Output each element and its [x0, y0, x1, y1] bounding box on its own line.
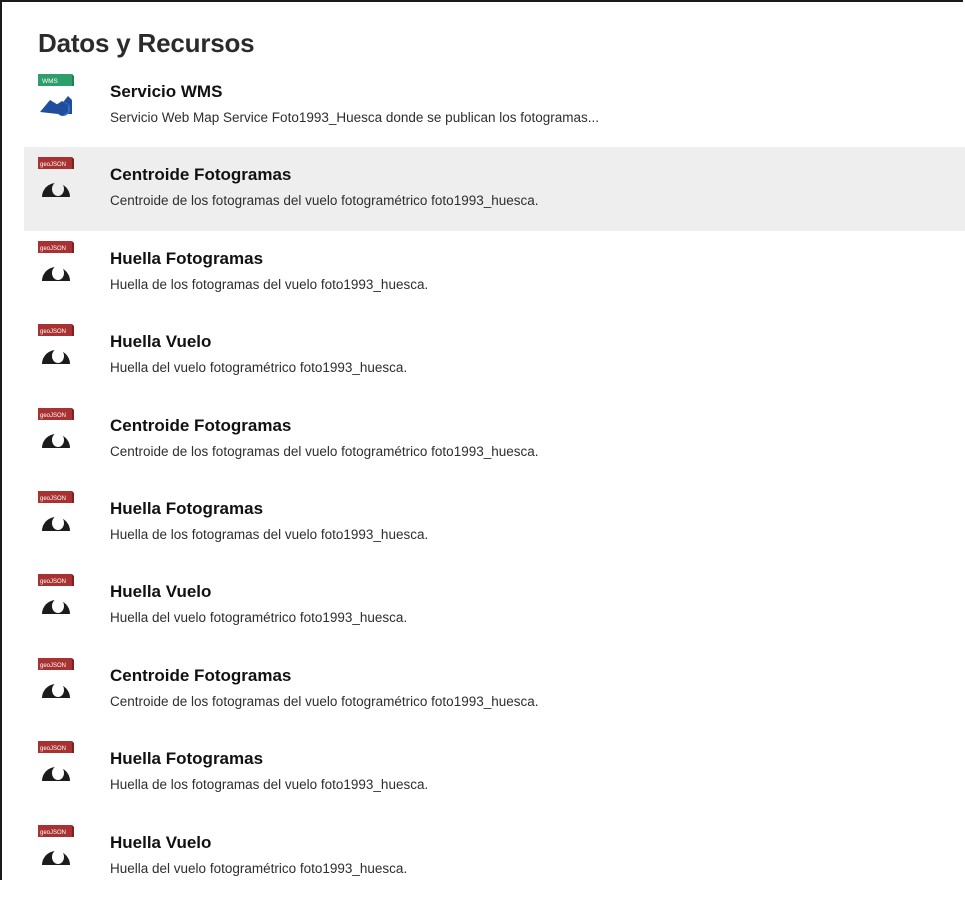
geojson-badge-label: geoJSON — [40, 162, 66, 168]
resource-description: Huella del vuelo fotogramétrico foto1993… — [110, 360, 408, 376]
geojson-badge-label: geoJSON — [40, 663, 66, 669]
resource-item-geojson[interactable]: geoJSON Huella Fotogramas Huella de los … — [24, 481, 965, 564]
resource-description: Huella del vuelo fotogramétrico foto1993… — [110, 610, 408, 626]
resource-description: Huella del vuelo fotogramétrico foto1993… — [110, 860, 408, 876]
geojson-file-icon: geoJSON — [38, 240, 74, 285]
geojson-file-icon: geoJSON — [38, 657, 74, 702]
resource-item-geojson[interactable]: geoJSON Huella Vuelo Huella del vuelo fo… — [24, 564, 965, 647]
resource-item-geojson[interactable]: geoJSON Centroide Fotogramas Centroide d… — [24, 147, 965, 231]
geojson-badge-label: geoJSON — [40, 246, 66, 252]
geojson-badge-label: geoJSON — [40, 746, 66, 752]
resource-title[interactable]: Huella Vuelo — [110, 332, 211, 352]
resource-title[interactable]: Servicio WMS — [110, 82, 222, 102]
geojson-file-icon: geoJSON — [38, 157, 74, 201]
geojson-file-icon: geoJSON — [38, 824, 74, 869]
geojson-badge-label: geoJSON — [40, 496, 66, 502]
resource-title[interactable]: Centroide Fotogramas — [110, 666, 291, 686]
resource-item-wms[interactable]: WMS Servicio WMS Servicio Web Map Servic… — [24, 64, 965, 147]
wms-badge-label: WMS — [42, 78, 59, 85]
resource-description: Centroide de los fotogramas del vuelo fo… — [110, 693, 539, 709]
resource-description: Servicio Web Map Service Foto1993_Huesca… — [110, 110, 600, 125]
wms-service-icon: WMS — [38, 74, 74, 118]
resource-title[interactable]: Centroide Fotogramas — [110, 165, 291, 185]
resource-item-geojson[interactable]: geoJSON Centroide Fotogramas Centroide d… — [24, 648, 965, 731]
geojson-badge-label: geoJSON — [40, 329, 66, 335]
resource-item-geojson[interactable]: geoJSON Centroide Fotogramas Centroide d… — [24, 398, 965, 481]
resource-title[interactable]: Huella Vuelo — [110, 833, 211, 853]
resource-title[interactable]: Huella Fotogramas — [110, 499, 263, 519]
resource-title[interactable]: Centroide Fotogramas — [110, 416, 291, 436]
resource-description: Centroide de los fotogramas del vuelo fo… — [110, 443, 539, 459]
section-title: Datos y Recursos — [38, 28, 255, 58]
geojson-badge-label: geoJSON — [40, 830, 66, 836]
resource-description: Huella de los fotogramas del vuelo foto1… — [110, 276, 429, 292]
resource-title[interactable]: Huella Fotogramas — [110, 749, 263, 769]
geojson-badge-label: geoJSON — [40, 413, 66, 419]
geojson-file-icon: geoJSON — [38, 407, 74, 452]
resource-item-geojson[interactable]: geoJSON Huella Vuelo Huella del vuelo fo… — [24, 314, 965, 397]
geojson-file-icon: geoJSON — [38, 574, 74, 618]
resource-description: Huella de los fotogramas del vuelo foto1… — [110, 777, 429, 793]
resource-item-geojson[interactable]: geoJSON Huella Fotogramas Huella de los … — [24, 231, 965, 314]
resource-description: Centroide de los fotogramas del vuelo fo… — [110, 193, 539, 209]
resource-item-geojson[interactable]: geoJSON Huella Vuelo Huella del vuelo fo… — [24, 815, 965, 898]
geojson-file-icon: geoJSON — [38, 324, 74, 368]
resource-title[interactable]: Huella Fotogramas — [110, 249, 263, 269]
resource-title[interactable]: Huella Vuelo — [110, 582, 211, 602]
geojson-file-icon: geoJSON — [38, 741, 74, 785]
resource-item-geojson[interactable]: geoJSON Huella Fotogramas Huella de los … — [24, 731, 965, 814]
resource-list: WMS Servicio WMS Servicio Web Map Servic… — [24, 64, 965, 898]
resource-description: Huella de los fotogramas del vuelo foto1… — [110, 526, 429, 542]
geojson-file-icon: geoJSON — [38, 490, 74, 535]
geojson-badge-label: geoJSON — [40, 579, 66, 585]
